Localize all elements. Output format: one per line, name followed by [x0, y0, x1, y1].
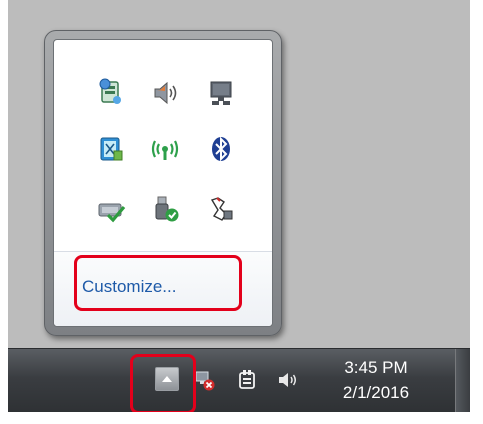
power-options-icon[interactable]: [96, 134, 126, 164]
network-computer-icon[interactable]: [206, 78, 236, 108]
bluetooth-icon[interactable]: [206, 134, 236, 164]
windows-update-icon[interactable]: [206, 194, 236, 224]
desktop-screen: Customize... 3:45 PM 2/1/2016: [8, 0, 470, 424]
clock[interactable]: 3:45 PM 2/1/2016: [326, 357, 426, 404]
show-hidden-highlight-box: [130, 354, 196, 414]
volume-icon[interactable]: [276, 369, 298, 391]
clock-time: 3:45 PM: [344, 358, 408, 377]
wireless-network-icon[interactable]: [150, 134, 180, 164]
hidden-icons-grid: [54, 48, 274, 248]
taskbar: 3:45 PM 2/1/2016: [8, 348, 470, 413]
clock-date: 2/1/2016: [342, 383, 410, 402]
usb-safely-remove-icon[interactable]: [150, 194, 180, 224]
show-desktop-button[interactable]: [455, 349, 470, 413]
volume-icon[interactable]: [150, 78, 180, 108]
power-plugged-icon[interactable]: [236, 369, 258, 391]
action-center-flag-icon[interactable]: [96, 78, 126, 108]
network-disconnected-icon[interactable]: [194, 369, 216, 391]
network-connected-icon[interactable]: [96, 194, 126, 224]
customize-highlight-box: [74, 255, 242, 311]
